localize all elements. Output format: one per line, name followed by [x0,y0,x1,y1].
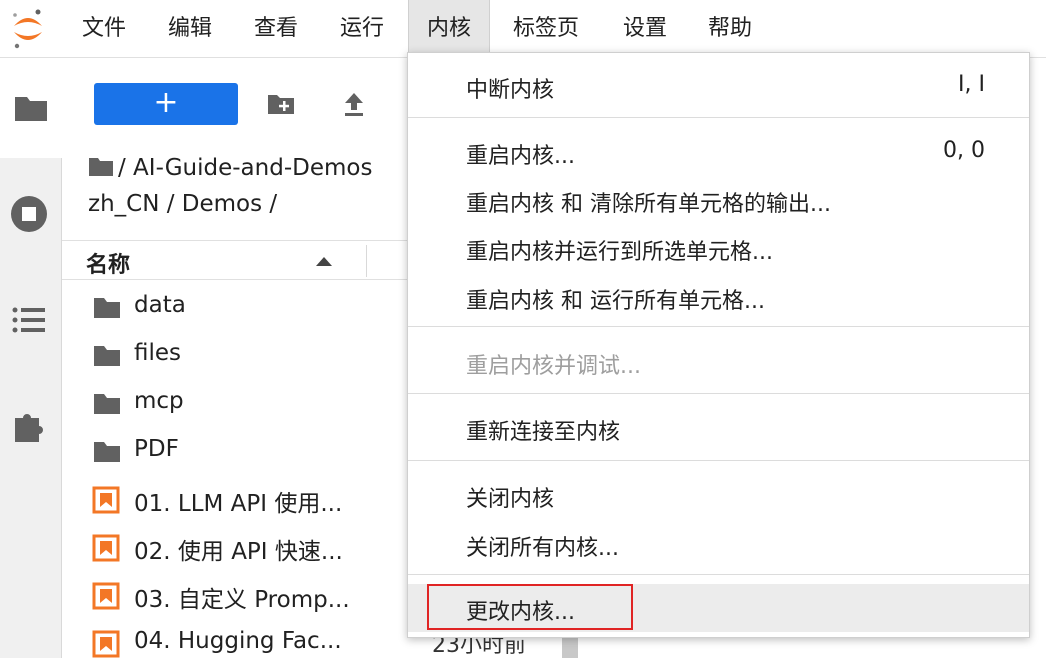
menu-item-shortcut: I, I [958,72,985,97]
folder-icon [92,390,122,418]
menu-tabs[interactable]: 标签页 [500,0,592,58]
menu-item-reconnect-kernel[interactable]: 重新连接至内核 [408,404,1029,452]
notebook-icon [92,534,122,562]
menu-item-shutdown-all-kernels[interactable]: 关闭所有内核... [408,520,1029,568]
menu-item-label: 中断内核 [466,78,555,103]
running-tab[interactable] [9,194,49,234]
new-folder-button[interactable] [266,90,296,120]
activity-bar [0,58,62,658]
menu-item-restart-clear-outputs[interactable]: 重启内核 和 清除所有单元格的输出... [408,176,1029,224]
menu-divider [408,393,1029,394]
highlight-annotation-box [427,584,633,630]
menu-divider [408,574,1029,575]
list-item[interactable]: 04. Hugging Fac... [62,620,408,658]
list-icon [12,307,45,333]
breadcrumb-path[interactable]: / AI-Guide-and-Demos zh_CN / Demos / [88,155,372,217]
folder-icon [92,438,122,466]
menu-item-label: 重启内核并调试... [466,354,641,379]
file-browser-tab[interactable] [0,58,62,158]
menu-item-label: 关闭内核 [466,487,555,512]
menu-file[interactable]: 文件 [70,0,138,58]
notebook-icon [92,630,122,658]
folder-icon[interactable] [88,155,114,177]
list-item[interactable]: 03. 自定义 Promp... [62,572,408,620]
list-item[interactable]: mcp [62,380,408,428]
breadcrumb: / AI-Guide-and-Demos zh_CN / Demos / [88,150,408,222]
file-list-header: 名称 [62,240,408,280]
list-item[interactable]: files [62,332,408,380]
stop-circle-icon [11,196,47,232]
file-browser-panel: + / AI-Guide-and-Demos zh_CN / Demos / 名… [62,58,408,658]
upload-icon [345,93,363,116]
file-list: data files mcp PDF 01. LLM API 使用... 02.… [62,284,408,658]
file-name: 02. 使用 API 快速... [134,539,343,565]
list-item[interactable]: data [62,284,408,332]
file-name: data [134,292,186,318]
menu-kernel[interactable]: 内核 [408,0,490,58]
file-name: PDF [134,436,179,462]
menu-divider [408,326,1029,327]
menu-item-label: 关闭所有内核... [466,536,619,561]
menu-divider [408,460,1029,461]
list-item[interactable]: 01. LLM API 使用... [62,476,408,524]
menu-edit[interactable]: 编辑 [155,0,225,58]
new-launcher-button[interactable]: + [94,83,238,125]
folder-icon [15,97,47,121]
menu-item-restart-run-all[interactable]: 重启内核 和 运行所有单元格... [408,273,1029,321]
list-item[interactable]: 02. 使用 API 快速... [62,524,408,572]
list-item[interactable]: PDF [62,428,408,476]
menu-item-label: 重启内核... [466,144,575,169]
column-divider[interactable] [366,245,367,277]
toc-tab[interactable] [9,300,49,340]
menu-settings[interactable]: 设置 [610,0,680,58]
file-name: 01. LLM API 使用... [134,491,343,517]
menu-item-restart-run-to-selected[interactable]: 重启内核并运行到所选单元格... [408,224,1029,272]
extensions-tab[interactable] [9,406,49,446]
menu-item-label: 重启内核并运行到所选单元格... [466,240,773,265]
puzzle-icon [15,414,43,442]
menu-item-restart-debug: 重启内核并调试... [408,338,1029,386]
menu-divider [408,117,1029,118]
menu-item-label: 重启内核 和 运行所有单元格... [466,289,765,314]
menubar: 文件 编辑 查看 运行 内核 标签页 设置 帮助 [0,0,1046,58]
menu-item-interrupt-kernel[interactable]: 中断内核 I, I [408,62,1029,110]
notebook-icon [92,582,122,610]
kernel-menu-dropdown: 中断内核 I, I 重启内核... 0, 0 重启内核 和 清除所有单元格的输出… [407,52,1030,638]
menu-item-label: 重新连接至内核 [466,420,621,445]
notebook-icon [92,486,122,514]
folder-icon [92,294,122,322]
menu-item-shutdown-kernel[interactable]: 关闭内核 [408,471,1029,519]
file-name: mcp [134,388,184,414]
file-name: 03. 自定义 Promp... [134,587,350,613]
menu-help[interactable]: 帮助 [695,0,765,58]
jupyter-logo-icon[interactable] [8,6,48,50]
file-name: files [134,340,182,366]
menu-item-restart-kernel[interactable]: 重启内核... 0, 0 [408,128,1029,176]
upload-button[interactable] [340,90,370,120]
menu-view[interactable]: 查看 [241,0,311,58]
file-name: 04. Hugging Fac... [134,628,342,654]
sort-ascending-icon[interactable] [316,257,332,266]
column-name-header[interactable]: 名称 [86,247,130,279]
menu-run[interactable]: 运行 [327,0,397,58]
folder-icon [92,342,122,370]
menu-item-label: 重启内核 和 清除所有单元格的输出... [466,192,831,217]
menu-item-shortcut: 0, 0 [943,138,985,163]
new-folder-icon [268,95,294,114]
